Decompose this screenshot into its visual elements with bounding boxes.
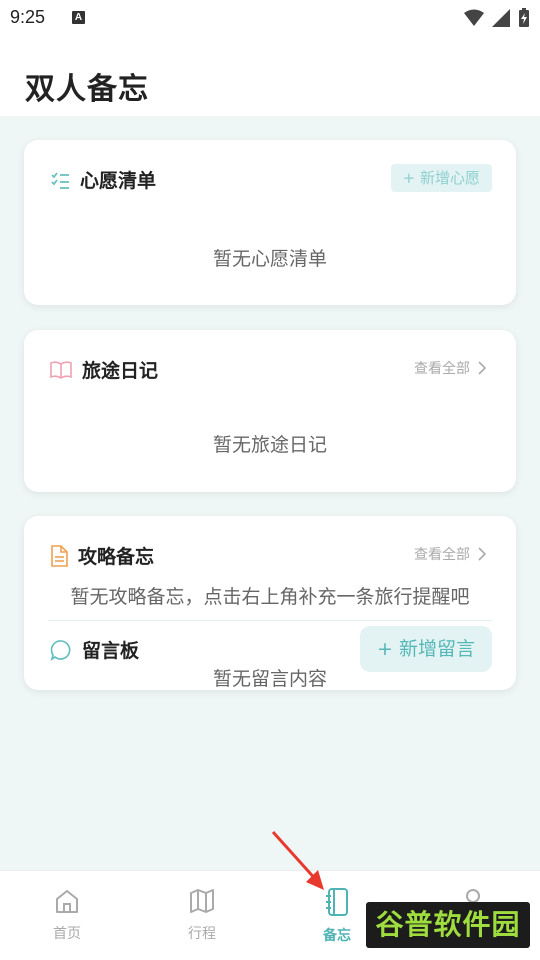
tab-label: 行程	[188, 926, 216, 942]
status-icons	[464, 8, 530, 28]
add-wish-button[interactable]: + 新增心愿	[390, 164, 492, 192]
notebook-icon	[326, 888, 348, 916]
map-icon	[190, 889, 214, 913]
travel-diary-header: 旅途日记	[50, 356, 158, 383]
tab-memo[interactable]: 备忘	[302, 887, 372, 945]
battery-icon	[519, 8, 529, 27]
message-board-empty-text: 暂无留言内容	[212, 668, 327, 690]
tab-label: 首页	[53, 926, 81, 942]
status-bar: 9:25 A	[0, 0, 540, 38]
wishlist-title: 心愿清单	[80, 170, 157, 192]
guide-notes-title: 攻略备忘	[78, 546, 155, 568]
wishlist-empty-text: 暂无心愿清单	[212, 248, 327, 270]
tab-itinerary[interactable]: 行程	[167, 887, 237, 943]
divider	[48, 620, 492, 621]
watermark-logo: 谷普软件园	[366, 902, 530, 948]
guide-notes-view-all[interactable]: 查看全部	[414, 544, 486, 564]
page-title: 双人备忘	[25, 72, 149, 107]
status-time: 9:25	[10, 7, 46, 27]
travel-diary-view-all[interactable]: 查看全部	[414, 358, 486, 378]
guide-notes-card: 攻略备忘 查看全部 暂无攻略备忘，点击右上角补充一条旅行提醒吧 留言板 + 新增…	[24, 516, 516, 690]
app-header: 双人备忘	[0, 38, 540, 118]
guide-notes-empty-text: 暂无攻略备忘，点击右上角补充一条旅行提醒吧	[70, 586, 470, 608]
notification-icon: A	[72, 11, 85, 24]
chevron-right-icon	[478, 547, 486, 561]
signal-icon	[492, 9, 510, 27]
wifi-icon	[464, 9, 484, 26]
wishlist-card: 心愿清单 + 新增心愿 暂无心愿清单	[24, 140, 516, 305]
content-area: 心愿清单 + 新增心愿 暂无心愿清单 旅途日记 查看全部 暂无旅途日记 攻略备忘…	[0, 116, 540, 870]
checklist-icon	[51, 171, 69, 189]
wishlist-header: 心愿清单	[50, 166, 156, 193]
tab-home[interactable]: 首页	[32, 887, 102, 943]
guide-notes-header: 攻略备忘	[50, 542, 154, 569]
chat-bubble-icon	[50, 639, 71, 661]
travel-diary-empty-text: 暂无旅途日记	[212, 434, 327, 456]
view-all-label: 查看全部	[414, 361, 470, 377]
document-icon	[51, 544, 68, 567]
chevron-right-icon	[478, 361, 486, 375]
message-board-header: 留言板	[50, 636, 139, 663]
view-all-label: 查看全部	[414, 547, 470, 563]
home-icon	[56, 890, 78, 913]
travel-diary-title: 旅途日记	[82, 360, 159, 382]
book-icon	[50, 360, 72, 379]
travel-diary-card: 旅途日记 查看全部 暂无旅途日记	[24, 330, 516, 492]
message-board-title: 留言板	[82, 640, 140, 662]
tab-label: 备忘	[323, 928, 351, 944]
